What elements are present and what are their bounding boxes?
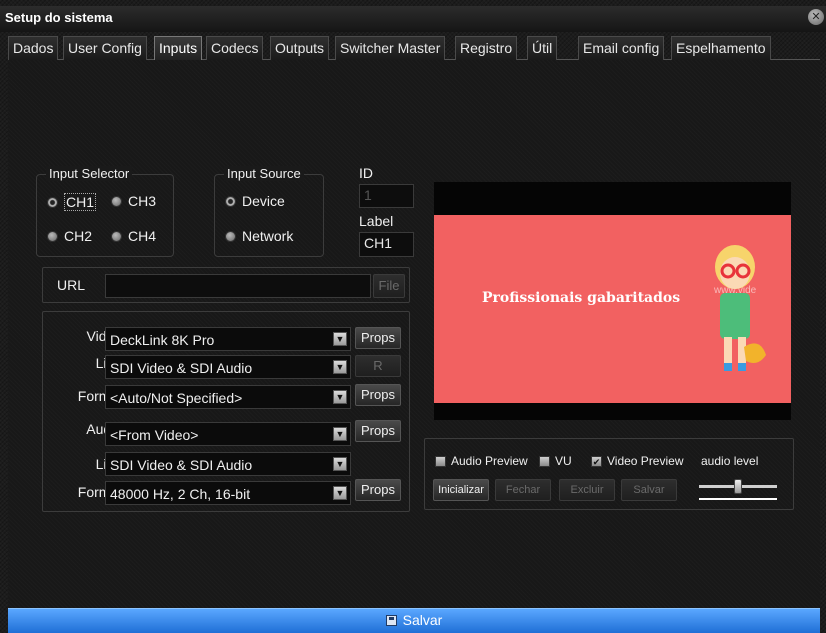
audio-preview-checkbox[interactable]: Audio Preview (435, 454, 528, 468)
id-label: ID (359, 165, 373, 181)
line-r-button[interactable]: R (355, 355, 401, 377)
window-title: Setup do sistema (5, 10, 113, 25)
format-props-button[interactable]: Props (355, 384, 401, 406)
device-settings-panel: Video: DeckLink 8K Pro ▼ Props Line: SDI… (42, 311, 410, 512)
preview-slide: Profissionais gabaritados www.vide (434, 215, 791, 403)
radio-dot (111, 230, 122, 242)
audio-preview-label: Audio Preview (451, 454, 528, 468)
chevron-down-icon: ▼ (333, 427, 347, 441)
tab-util[interactable]: Útil (527, 36, 558, 60)
audio-format-props-button[interactable]: Props (355, 479, 401, 501)
video-preview-label: Video Preview (607, 454, 684, 468)
radio-ch4-label: CH4 (128, 228, 157, 244)
radio-ch4[interactable]: CH4 (111, 228, 156, 244)
radio-network[interactable]: Network (225, 228, 293, 244)
fechar-button[interactable]: Fechar (495, 479, 551, 501)
url-field[interactable] (105, 274, 371, 298)
radio-ch1[interactable]: CH1 (47, 193, 97, 211)
tab-dados[interactable]: Dados (8, 36, 59, 60)
chevron-down-icon: ▼ (333, 486, 347, 500)
audio-level-label: audio level (701, 454, 759, 468)
input-source-group: Input Source Device Network (214, 166, 324, 257)
tab-bar: Dados User Config Inputs Codecs Outputs … (8, 36, 820, 60)
radio-dot (47, 230, 58, 242)
video-line-value: SDI Video & SDI Audio (110, 360, 253, 376)
video-preview: Profissionais gabaritados www.vide (434, 182, 791, 420)
id-field[interactable]: 1 (359, 184, 414, 208)
radio-device[interactable]: Device (225, 193, 285, 209)
inicializar-button[interactable]: Inicializar (433, 479, 489, 501)
radio-network-label: Network (242, 228, 294, 244)
input-source-title: Input Source (224, 166, 304, 181)
video-format-select[interactable]: <Auto/Not Specified> ▼ (105, 385, 351, 409)
radio-dot (225, 195, 236, 207)
video-line-select[interactable]: SDI Video & SDI Audio ▼ (105, 355, 351, 379)
tab-inputs[interactable]: Inputs (154, 36, 203, 60)
checkbox-box (435, 455, 446, 467)
chevron-down-icon: ▼ (333, 332, 347, 346)
inputs-tab-content: Input Selector CH1 CH3 CH2 CH4 Input Sou… (8, 60, 820, 608)
tab-codecs[interactable]: Codecs (206, 36, 264, 60)
tab-registro[interactable]: Registro (455, 36, 518, 60)
radio-device-label: Device (242, 193, 285, 209)
video-select[interactable]: DeckLink 8K Pro ▼ (105, 327, 351, 351)
label-label: Label (359, 213, 394, 229)
checkbox-box (539, 455, 550, 467)
tab-user-config[interactable]: User Config (63, 36, 147, 60)
video-preview-checkbox[interactable]: ✔ Video Preview (591, 454, 684, 468)
vu-checkbox[interactable]: VU (539, 454, 572, 468)
salvar-preview-button[interactable]: Salvar (621, 479, 677, 501)
url-row: URL File (42, 267, 410, 303)
vu-label: VU (555, 454, 572, 468)
level-meter (699, 498, 777, 500)
url-label: URL (57, 277, 86, 293)
video-select-value: DeckLink 8K Pro (110, 332, 215, 348)
save-icon (385, 615, 397, 626)
tab-switcher-master[interactable]: Switcher Master (335, 36, 446, 60)
audio-format-value: 48000 Hz, 2 Ch, 16-bit (110, 486, 251, 502)
audio-line-select[interactable]: SDI Video & SDI Audio ▼ (105, 452, 351, 476)
setup-window: Setup do sistema ✕ Dados User Config Inp… (0, 0, 826, 633)
slide-title: Profissionais gabaritados (482, 290, 681, 306)
video-format-value: <Auto/Not Specified> (110, 390, 243, 406)
tab-espelhamento[interactable]: Espelhamento (671, 36, 771, 60)
radio-ch3-label: CH3 (128, 193, 157, 209)
video-props-button[interactable]: Props (355, 327, 401, 349)
audio-format-select[interactable]: 48000 Hz, 2 Ch, 16-bit ▼ (105, 481, 351, 505)
preview-controls-panel: Audio Preview VU ✔ Video Preview audio le… (424, 438, 794, 510)
excluir-button[interactable]: Excluir (559, 479, 615, 501)
slider-thumb[interactable] (734, 479, 742, 494)
file-button[interactable]: File (373, 274, 405, 298)
save-bar[interactable]: Salvar (8, 608, 820, 633)
check-icon: ✔ (591, 455, 602, 467)
title-bar: Setup do sistema ✕ (0, 6, 826, 32)
save-button-label: Salvar (402, 612, 443, 628)
tab-email-config[interactable]: Email config (578, 36, 665, 60)
audio-select-value: <From Video> (110, 427, 199, 443)
radio-ch2[interactable]: CH2 (47, 228, 92, 244)
radio-dot (111, 195, 122, 207)
tab-outputs[interactable]: Outputs (270, 36, 330, 60)
input-selector-title: Input Selector (46, 166, 133, 181)
chevron-down-icon: ▼ (333, 390, 347, 404)
close-icon[interactable]: ✕ (808, 9, 824, 25)
chevron-down-icon: ▼ (333, 457, 347, 471)
radio-ch2-label: CH2 (64, 228, 93, 244)
radio-dot (225, 230, 236, 242)
radio-dot (47, 196, 58, 208)
radio-ch3[interactable]: CH3 (111, 193, 156, 209)
cartoon-character-image (715, 245, 766, 371)
audio-line-value: SDI Video & SDI Audio (110, 457, 253, 473)
audio-select[interactable]: <From Video> ▼ (105, 422, 351, 446)
audio-level-slider[interactable] (699, 479, 777, 501)
audio-props-button[interactable]: Props (355, 420, 401, 442)
radio-ch1-label: CH1 (64, 193, 97, 211)
label-field[interactable]: CH1 (359, 232, 414, 257)
chevron-down-icon: ▼ (333, 360, 347, 374)
input-selector-group: Input Selector CH1 CH3 CH2 CH4 (36, 166, 174, 257)
